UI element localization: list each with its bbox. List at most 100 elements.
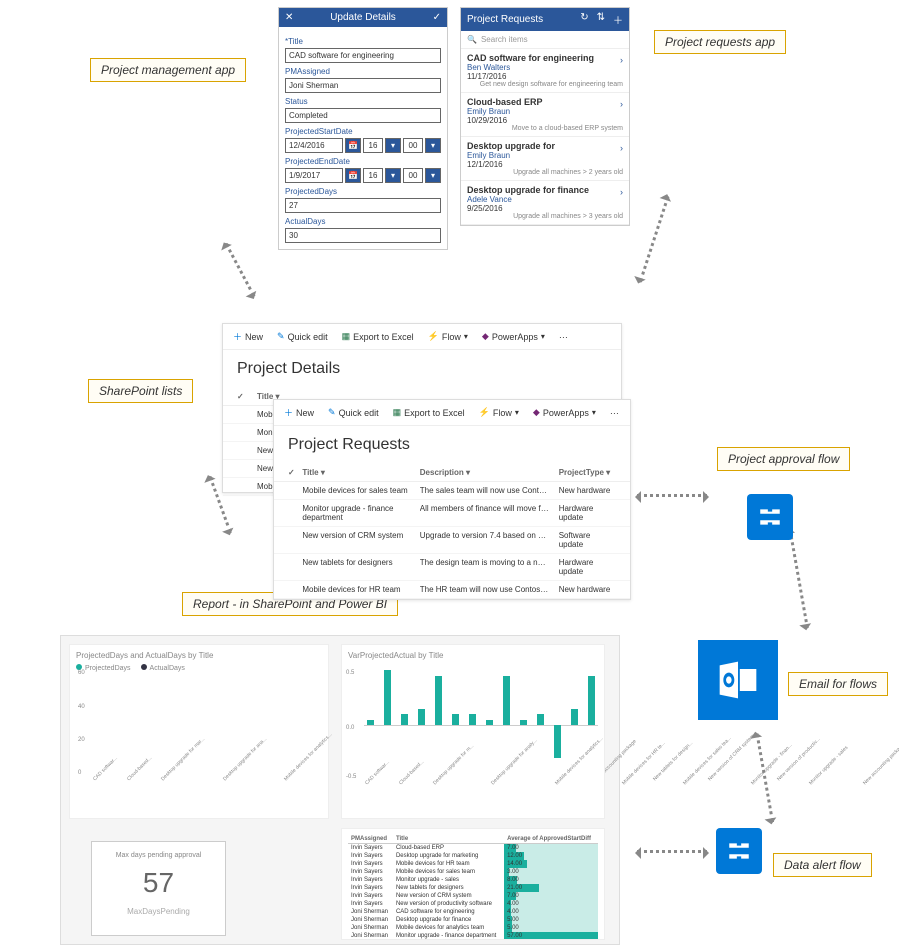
th-avg[interactable]: Average of ApprovedStartDiff: [504, 835, 598, 844]
end-hh[interactable]: 16: [363, 168, 383, 183]
sp-project-requests: ＋New ✎Quick edit ▦Export to Excel ⚡Flow▾…: [273, 399, 631, 600]
table-row[interactable]: Irvin SayersCloud-based ERP 7.00: [348, 844, 598, 853]
req-title: CAD software for engineering: [467, 53, 623, 63]
add-icon[interactable]: ＋: [613, 12, 623, 27]
table-row[interactable]: Joni ShermanMobile devices for analytics…: [348, 924, 598, 932]
table-row[interactable]: Joni ShermanDesktop upgrade for finance …: [348, 916, 598, 924]
calendar-icon[interactable]: 📅: [345, 138, 361, 153]
export-button[interactable]: ▦Export to Excel: [393, 407, 465, 418]
chart-varprojected: VarProjectedActual by Title 0.5 0.0 -0.5…: [341, 644, 605, 819]
request-item[interactable]: Desktop upgrade for Emily Braun 12/1/201…: [461, 137, 629, 181]
enddate-label: ProjectedEndDate: [285, 157, 441, 166]
req-date: 11/17/2016: [467, 72, 623, 81]
table-row[interactable]: Irvin SayersMonitor upgrade - sales 8.00: [348, 876, 598, 884]
search-icon: 🔍: [467, 35, 477, 44]
chevron-right-icon[interactable]: ›: [620, 143, 623, 153]
actualdays-input[interactable]: 30: [285, 228, 441, 243]
req-title: Desktop upgrade for: [467, 141, 623, 151]
powerapps-button[interactable]: ◆PowerApps▾: [482, 331, 545, 342]
end-date-input[interactable]: 1/9/2017: [285, 168, 343, 183]
chevron-down-icon[interactable]: ▾: [425, 138, 441, 153]
calendar-icon[interactable]: 📅: [345, 168, 361, 183]
projdays-label: ProjectedDays: [285, 187, 441, 196]
chevron-down-icon[interactable]: ▾: [425, 168, 441, 183]
req-person: Ben Walters: [467, 63, 623, 72]
status-input[interactable]: Completed: [285, 108, 441, 123]
search-row[interactable]: 🔍 Search items: [461, 31, 629, 49]
report-area: ProjectedDays and ActualDays by Title Pr…: [60, 635, 620, 945]
close-icon[interactable]: ✕: [285, 12, 293, 23]
request-item[interactable]: CAD software for engineering Ben Walters…: [461, 49, 629, 93]
request-item[interactable]: Cloud-based ERP Emily Braun 10/29/2016 M…: [461, 93, 629, 137]
new-button[interactable]: ＋New: [284, 406, 314, 419]
chevron-down-icon[interactable]: ▾: [385, 168, 401, 183]
chevron-right-icon[interactable]: ›: [620, 99, 623, 109]
table-row[interactable]: Joni ShermanCAD software for engineering…: [348, 908, 598, 916]
request-item[interactable]: Desktop upgrade for finance Adele Vance …: [461, 181, 629, 225]
refresh-icon[interactable]: ↻: [580, 12, 588, 27]
quickedit-button[interactable]: ✎Quick edit: [277, 331, 328, 342]
arrow: [789, 529, 809, 628]
col-title[interactable]: Title: [257, 392, 273, 401]
kpi-label: Max days pending approval: [102, 852, 215, 859]
pm-input[interactable]: Joni Sherman: [285, 78, 441, 93]
project-requests-panel: Project Requests ↻ ⇅ ＋ 🔍 Search items CA…: [460, 7, 630, 226]
powerapps-button[interactable]: ◆PowerApps▾: [533, 407, 596, 418]
new-button[interactable]: ＋New: [233, 330, 263, 343]
chevron-down-icon[interactable]: ▾: [385, 138, 401, 153]
confirm-icon[interactable]: ✓: [433, 12, 441, 23]
chart-title: ProjectedDays and ActualDays by Title: [76, 651, 322, 660]
table-row[interactable]: Monitor upgrade - finance department All…: [274, 500, 630, 527]
col-title[interactable]: Title: [302, 468, 318, 477]
flow-button[interactable]: ⚡Flow▾: [428, 331, 468, 342]
export-button[interactable]: ▦Export to Excel: [342, 331, 414, 342]
table-row[interactable]: Mobile devices for HR team The HR team w…: [274, 581, 630, 599]
col-desc[interactable]: Description: [420, 468, 464, 477]
flow-icon[interactable]: [716, 828, 762, 874]
flow-icon[interactable]: [747, 494, 793, 540]
chart-projecteddays: ProjectedDays and ActualDays by Title Pr…: [69, 644, 329, 819]
check-all[interactable]: ✓: [288, 468, 302, 477]
start-mm[interactable]: 00: [403, 138, 423, 153]
table-row[interactable]: Irvin SayersDesktop upgrade for marketin…: [348, 852, 598, 860]
table-row[interactable]: Irvin SayersNew version of productivity …: [348, 900, 598, 908]
sp-list-title: Project Requests: [274, 426, 630, 464]
flow-button[interactable]: ⚡Flow▾: [479, 407, 519, 418]
startdate-label: ProjectedStartDate: [285, 127, 441, 136]
report-table: PMAssigned Title Average of ApprovedStar…: [341, 828, 605, 940]
req-person: Emily Braun: [467, 107, 623, 116]
table-row[interactable]: Irvin SayersMobile devices for sales tea…: [348, 868, 598, 876]
th-pm[interactable]: PMAssigned: [348, 835, 393, 844]
end-mm[interactable]: 00: [403, 168, 423, 183]
col-type[interactable]: ProjectType: [559, 468, 604, 477]
more-button[interactable]: ···: [610, 408, 619, 418]
table-row[interactable]: Mobile devices for sales team The sales …: [274, 482, 630, 500]
sort-icon[interactable]: ⇅: [597, 12, 605, 27]
table-row[interactable]: Irvin SayersNew tablets for designers 21…: [348, 884, 598, 892]
table-row[interactable]: New tablets for designers The design tea…: [274, 554, 630, 581]
start-date-input[interactable]: 12/4/2016: [285, 138, 343, 153]
projdays-input[interactable]: 27: [285, 198, 441, 213]
chart-title: VarProjectedActual by Title: [348, 651, 598, 660]
table-row[interactable]: Irvin SayersNew version of CRM system 7.…: [348, 892, 598, 900]
pm-label: PMAssigned: [285, 67, 441, 76]
req-desc: Upgrade all machines > 2 years old: [467, 169, 623, 176]
chevron-right-icon[interactable]: ›: [620, 187, 623, 197]
req-date: 10/29/2016: [467, 116, 623, 125]
table-row[interactable]: New version of CRM system Upgrade to ver…: [274, 527, 630, 554]
outlook-icon[interactable]: [698, 640, 778, 720]
more-button[interactable]: ···: [559, 332, 568, 342]
table-row[interactable]: Joni ShermanMonitor upgrade - finance de…: [348, 932, 598, 940]
kpi-value: 57: [102, 867, 215, 899]
title-input[interactable]: CAD software for engineering: [285, 48, 441, 63]
start-hh[interactable]: 16: [363, 138, 383, 153]
arrow: [639, 196, 670, 283]
quickedit-button[interactable]: ✎Quick edit: [328, 407, 379, 418]
check-all[interactable]: ✓: [237, 392, 257, 401]
req-title: Cloud-based ERP: [467, 97, 623, 107]
chevron-right-icon[interactable]: ›: [620, 55, 623, 65]
arrow: [637, 850, 707, 853]
th-title[interactable]: Title: [393, 835, 504, 844]
table-row[interactable]: Irvin SayersMobile devices for HR team 1…: [348, 860, 598, 868]
label-project-management-app: Project management app: [90, 58, 246, 82]
